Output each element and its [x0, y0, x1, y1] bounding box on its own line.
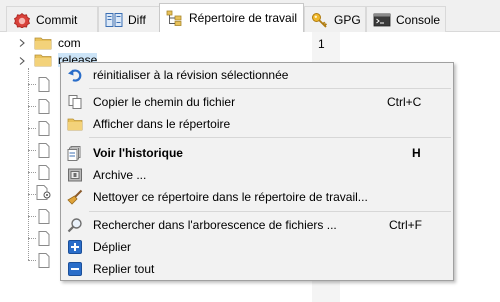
tab-gpg[interactable]: GPG	[304, 6, 366, 32]
expand-icon	[68, 240, 82, 254]
context-menu: réinitialiser à la révision sélectionnée…	[60, 62, 454, 281]
menu-item-view-history[interactable]: Voir l'historique H	[62, 142, 452, 164]
tree-guide-line	[28, 68, 29, 260]
menu-item-reset-to-revision[interactable]: réinitialiser à la révision sélectionnée	[62, 64, 452, 86]
menu-item-collapse-all[interactable]: Replier tout	[62, 258, 452, 280]
tab-console-label: Console	[396, 12, 441, 27]
file-settings-icon[interactable]	[36, 185, 52, 200]
tree-guide-branch	[28, 128, 36, 129]
tree-guide-branch	[28, 238, 36, 239]
tab-console[interactable]: Console	[366, 6, 446, 32]
history-icon	[67, 146, 81, 161]
folder-icon	[34, 54, 52, 67]
menu-item-label: Afficher dans le répertoire	[93, 117, 231, 131]
menu-item-label: Copier le chemin du fichier	[93, 95, 236, 109]
file-icon[interactable]	[38, 121, 50, 136]
menu-item-label: réinitialiser à la révision sélectionnée	[93, 68, 289, 82]
key-icon	[312, 12, 328, 28]
menu-item-label: Archive ...	[93, 168, 147, 182]
chevron-right-icon[interactable]	[18, 57, 26, 65]
menu-item-label: Replier tout	[93, 262, 155, 276]
copy-icon	[68, 95, 82, 109]
folder-icon	[34, 37, 52, 50]
menu-separator	[89, 88, 451, 89]
file-icon[interactable]	[38, 99, 50, 114]
tree-guide-branch	[28, 84, 36, 85]
menu-item-copy-path[interactable]: Copier le chemin du fichier Ctrl+C	[62, 91, 452, 113]
tree-guide-branch	[28, 216, 36, 217]
file-icon[interactable]	[38, 253, 50, 268]
menu-item-label: Déplier	[93, 240, 132, 254]
chevron-right-icon[interactable]	[18, 39, 26, 47]
tree-guide-branch	[28, 106, 36, 107]
menu-item-clean-directory[interactable]: Nettoyer ce répertoire dans le répertoir…	[62, 186, 452, 208]
tab-commit[interactable]: Commit	[6, 6, 98, 32]
line-number: 1	[318, 37, 325, 51]
tab-working-tree[interactable]: Répertoire de travail	[159, 3, 304, 32]
tab-commit-label: Commit	[36, 12, 78, 27]
menu-item-label: Voir l'historique	[93, 146, 183, 160]
tree-item-com[interactable]: com	[58, 36, 81, 50]
tab-gpg-label: GPG	[334, 12, 361, 27]
menu-item-expand[interactable]: Déplier	[62, 236, 452, 258]
tree-guide-branch	[28, 260, 36, 261]
file-icon[interactable]	[38, 209, 50, 224]
file-icon[interactable]	[38, 143, 50, 158]
file-icon[interactable]	[38, 165, 50, 180]
commit-icon	[14, 12, 30, 28]
working-tree-icon	[166, 10, 182, 26]
menu-item-shortcut: Ctrl+F	[389, 218, 422, 232]
menu-separator	[89, 137, 451, 138]
tree-guide-branch	[28, 172, 36, 173]
tree-guide-branch	[28, 150, 36, 151]
menu-item-label: Rechercher dans l'arborescence de fichie…	[93, 218, 337, 232]
menu-separator	[89, 211, 451, 212]
menu-item-show-in-directory[interactable]: Afficher dans le répertoire	[62, 113, 452, 135]
collapse-icon	[68, 262, 82, 276]
menu-item-shortcut: H	[412, 146, 421, 160]
tab-diff-label: Diff	[128, 12, 146, 27]
console-icon	[373, 13, 391, 26]
undo-icon	[68, 69, 82, 82]
broom-icon	[67, 189, 83, 205]
menu-item-archive[interactable]: Archive ...	[62, 164, 452, 186]
menu-item-search-tree[interactable]: Rechercher dans l'arborescence de fichie…	[62, 214, 452, 236]
folder-icon	[67, 118, 83, 131]
file-icon[interactable]	[38, 77, 50, 92]
tree-guide-branch	[28, 194, 36, 195]
file-icon[interactable]	[38, 231, 50, 246]
menu-item-label: Nettoyer ce répertoire dans le répertoir…	[93, 190, 368, 204]
tab-working-tree-label: Répertoire de travail	[189, 11, 298, 25]
tab-diff[interactable]: Diff	[98, 6, 160, 32]
search-icon	[67, 218, 82, 233]
tab-bar: Commit Diff Répertoire de travail GPG Co…	[0, 0, 500, 32]
diff-icon	[105, 12, 123, 27]
archive-icon	[68, 168, 82, 182]
menu-item-shortcut: Ctrl+C	[387, 95, 422, 109]
